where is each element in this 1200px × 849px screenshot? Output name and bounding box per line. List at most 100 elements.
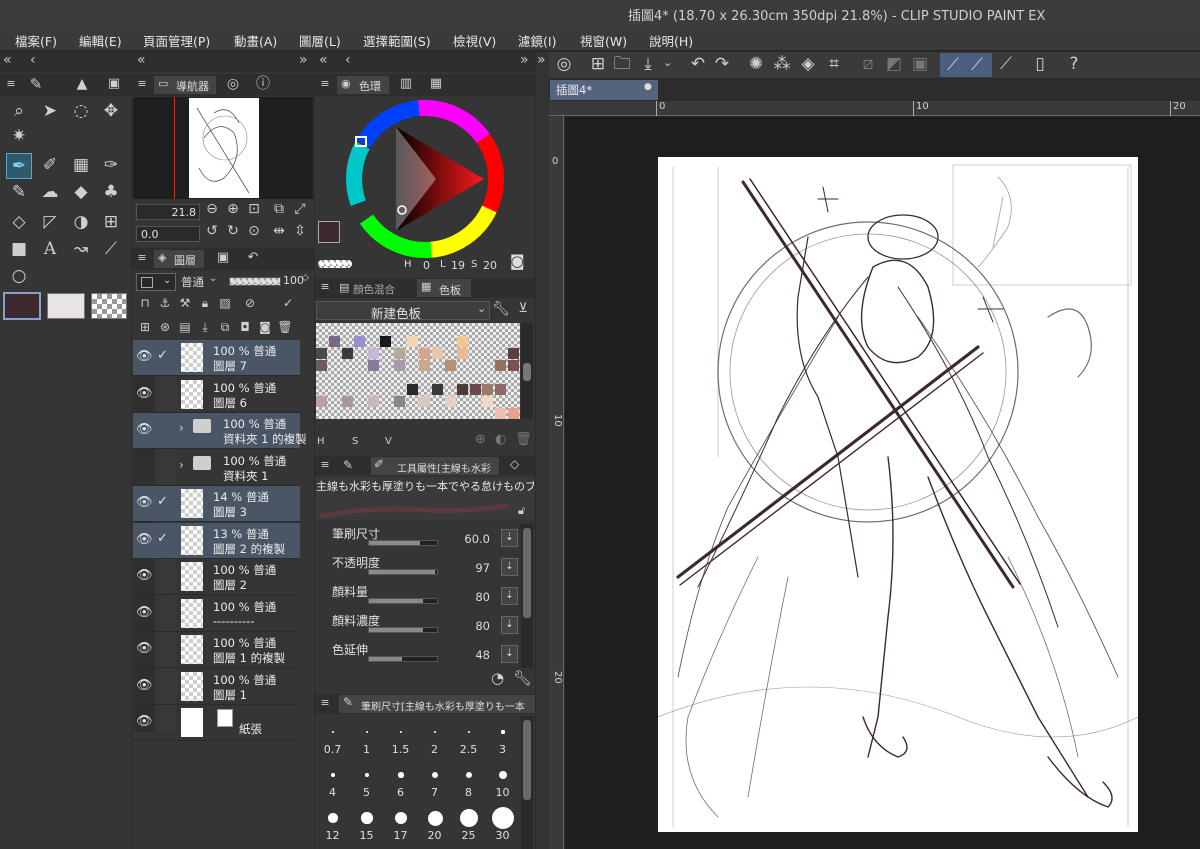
- swatch[interactable]: [354, 336, 365, 347]
- chevron-down-icon[interactable]: ⌄: [663, 56, 672, 69]
- eyedropper-tool-icon[interactable]: ✑: [98, 153, 124, 177]
- property-expand-icon[interactable]: ⇣: [501, 558, 518, 576]
- main-color-swatch[interactable]: [318, 221, 340, 243]
- reset-rotation-icon[interactable]: ⊙: [245, 219, 263, 243]
- color-set-select[interactable]: 新建色板 ⌄: [316, 301, 490, 321]
- tab-color-wheel[interactable]: ◉ 色環: [337, 76, 389, 94]
- brush-size-item[interactable]: 17: [384, 802, 417, 844]
- deselect-icon[interactable]: ◩: [883, 52, 905, 76]
- frame-tool-icon[interactable]: ⊞: [98, 210, 124, 234]
- menu-filter[interactable]: 濾鏡(I): [518, 31, 556, 50]
- swatch[interactable]: [457, 348, 468, 359]
- add-color-icon[interactable]: ⊕: [475, 432, 486, 447]
- collapse-icon[interactable]: «: [3, 52, 12, 68]
- property-slider[interactable]: [368, 598, 438, 604]
- flip-vertical-icon[interactable]: ⇳: [291, 219, 309, 243]
- swatch[interactable]: [368, 360, 379, 371]
- redo-icon[interactable]: ↷: [711, 52, 733, 76]
- info-tab-icon[interactable]: ⓘ: [252, 72, 274, 96]
- layer-row[interactable]: 👁︎ 100 % 普通 圖層 2: [133, 559, 300, 595]
- check-icon[interactable]: ✓: [157, 494, 168, 509]
- check-icon[interactable]: ✓: [157, 348, 168, 363]
- swatch[interactable]: [394, 360, 405, 371]
- eraser-tool-icon[interactable]: ◇: [6, 210, 32, 234]
- swatch[interactable]: [445, 360, 456, 371]
- brush-size-item[interactable]: 2.5: [452, 716, 485, 758]
- tone-tab-icon[interactable]: ▣: [104, 72, 124, 96]
- transform-icon[interactable]: ⌗: [823, 52, 845, 76]
- undo-icon[interactable]: ↶: [687, 52, 709, 76]
- blend-mode-select[interactable]: 普通: [181, 274, 204, 290]
- figure-tab-icon[interactable]: ▲: [72, 72, 92, 96]
- brush-tool-icon[interactable]: ✎: [6, 180, 32, 204]
- menu-window[interactable]: 視窗(W): [580, 31, 627, 50]
- tool-settings-icon[interactable]: 🔧︎: [513, 669, 532, 687]
- sub-tool-tab-icon[interactable]: ✎: [343, 458, 353, 472]
- mask-icon[interactable]: ⊘: [235, 291, 265, 315]
- swatch[interactable]: [495, 408, 506, 419]
- property-expand-icon[interactable]: ⇣: [501, 645, 518, 663]
- brush-size-item[interactable]: 5: [350, 759, 383, 801]
- swatch[interactable]: [419, 396, 430, 407]
- menu-file[interactable]: 檔案(F): [15, 31, 57, 50]
- layer-row[interactable]: 👁︎ 紙張: [133, 705, 300, 741]
- layer-row[interactable]: 👁︎ ✓ 13 % 普通 圖層 2 的複製: [133, 522, 300, 559]
- chevron-left-icon[interactable]: ‹: [30, 52, 36, 68]
- brush-size-item[interactable]: 15: [350, 802, 383, 844]
- combine-icon[interactable]: ⧉: [215, 315, 235, 339]
- fill-icon[interactable]: ◈: [797, 52, 819, 76]
- property-row[interactable]: 色延伸 48 ⇣: [316, 639, 534, 668]
- chevron-down-icon[interactable]: ⌄: [209, 273, 217, 284]
- tab-navigator[interactable]: ▭ 導航器: [154, 76, 216, 94]
- mask-create-icon[interactable]: ◘: [235, 315, 255, 339]
- lock-icon[interactable]: 🔒︎: [195, 291, 215, 315]
- eye-icon[interactable]: 👁︎: [136, 568, 153, 583]
- eye-icon[interactable]: 👁︎: [136, 386, 153, 401]
- menu-help[interactable]: 說明(H): [649, 31, 693, 50]
- swatch[interactable]: [495, 384, 506, 395]
- opacity-stepper-icon[interactable]: ◇: [302, 273, 309, 283]
- subview-tab-icon[interactable]: ◎: [222, 72, 244, 96]
- brush-size-scrollbar[interactable]: [521, 716, 533, 849]
- property-row[interactable]: 顏料濃度 80 ⇣: [316, 610, 534, 639]
- swatch[interactable]: [432, 348, 443, 359]
- lasso-tool-icon[interactable]: ◌: [68, 99, 94, 123]
- eye-icon[interactable]: 👁︎: [136, 605, 153, 620]
- eye-icon[interactable]: 👁︎: [136, 678, 153, 693]
- brush-size-item[interactable]: 4: [316, 759, 349, 801]
- swatch[interactable]: [342, 396, 353, 407]
- menu-icon[interactable]: ≡: [319, 691, 331, 715]
- lock-transparent-icon[interactable]: ▨: [215, 291, 235, 315]
- menu-icon[interactable]: ≡: [4, 72, 18, 96]
- ruler-display-icon[interactable]: ✓: [273, 291, 303, 315]
- correct-line-tool-icon[interactable]: ⟋: [98, 237, 124, 261]
- brush-size-item[interactable]: 1.5: [384, 716, 417, 758]
- zoom-in-icon[interactable]: ⊕: [224, 197, 242, 221]
- hide-selection-icon[interactable]: ⧄: [857, 52, 879, 76]
- intermediate-color-tab-icon[interactable]: ▦: [425, 72, 447, 96]
- expand-icon[interactable]: »: [520, 52, 529, 68]
- canvas-area[interactable]: [565, 117, 1200, 849]
- swatch[interactable]: [470, 384, 481, 395]
- layer-row[interactable]: 👁︎ 100 % 普通 圖層 6: [133, 377, 300, 413]
- blend-tool-icon[interactable]: ☁: [37, 180, 63, 204]
- tab-canvas[interactable]: 插圖4* ●: [550, 80, 658, 100]
- property-scrollbar[interactable]: [521, 524, 533, 668]
- menu-page[interactable]: 頁面管理(P): [143, 31, 210, 50]
- transparent-swatch[interactable]: [318, 260, 352, 268]
- snap-grid-icon[interactable]: ⟋: [995, 52, 1017, 76]
- property-slider[interactable]: [368, 656, 438, 662]
- open-folder-icon[interactable]: 🗀︎: [611, 52, 633, 76]
- brush-size-item[interactable]: 30: [486, 802, 519, 844]
- replace-color-icon[interactable]: ◐: [495, 432, 506, 447]
- clear-outside-icon[interactable]: ⁂: [771, 52, 793, 76]
- layer-row[interactable]: 👁︎ 100 % 普通 圖層 1: [133, 669, 300, 705]
- swatch[interactable]: [316, 360, 327, 371]
- color-wheel[interactable]: [316, 97, 534, 273]
- swatch[interactable]: [482, 384, 493, 395]
- layer-row[interactable]: 👁︎ ✓ 14 % 普通 圖層 3: [133, 486, 300, 522]
- swatch[interactable]: [407, 384, 418, 395]
- gradient-tool-icon[interactable]: ■: [6, 237, 32, 261]
- menu-selection[interactable]: 選擇範圍(S): [363, 31, 431, 50]
- help-icon[interactable]: ?: [1063, 52, 1085, 76]
